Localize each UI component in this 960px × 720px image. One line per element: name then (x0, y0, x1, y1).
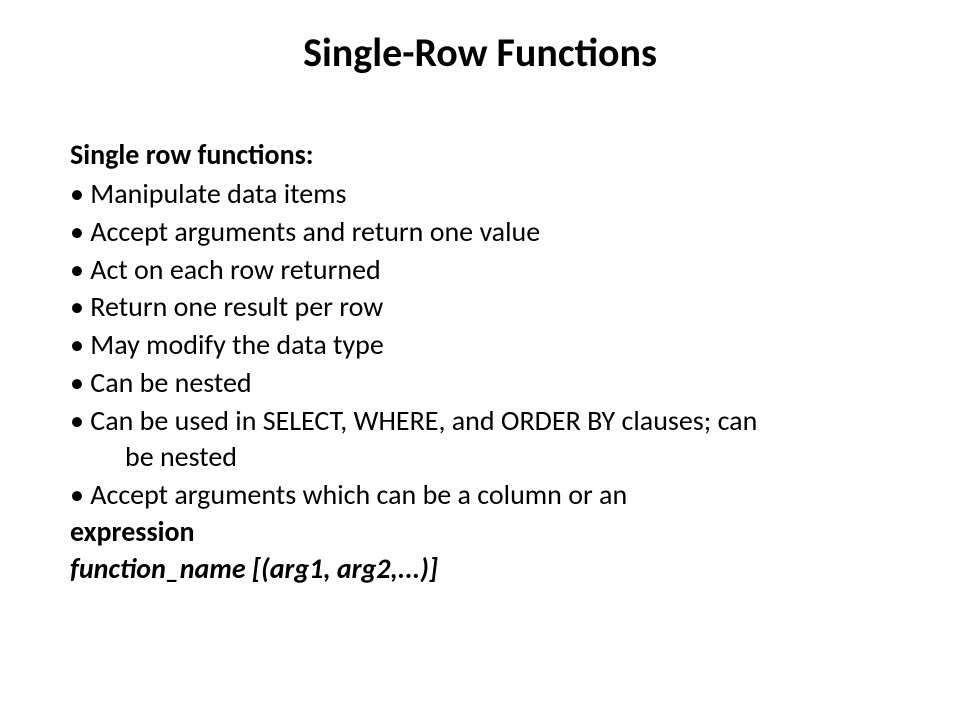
subheading: Single row functions: (70, 137, 890, 172)
bullet-text-line1: • Can be used in SELECT, WHERE, and ORDE… (70, 403, 757, 438)
bullet-item: • Act on each row returned (70, 252, 890, 288)
bullet-text-line2: be nested (70, 439, 890, 475)
syntax-line: function_name [(arg1, arg2,...)] (70, 551, 890, 586)
bullet-item: • Can be nested (70, 365, 890, 401)
bullet-item: • Return one result per row (70, 289, 890, 325)
slide-title: Single-Row Functions (70, 28, 890, 77)
bullet-item: • May modify the data type (70, 327, 890, 363)
expression-label: expression (70, 514, 890, 549)
bullet-item: • Manipulate data items (70, 176, 890, 212)
bullet-item: • Accept arguments and return one value (70, 214, 890, 250)
bullet-item: • Accept arguments which can be a column… (70, 477, 890, 513)
bullet-item: • Can be used in SELECT, WHERE, and ORDE… (70, 403, 890, 475)
